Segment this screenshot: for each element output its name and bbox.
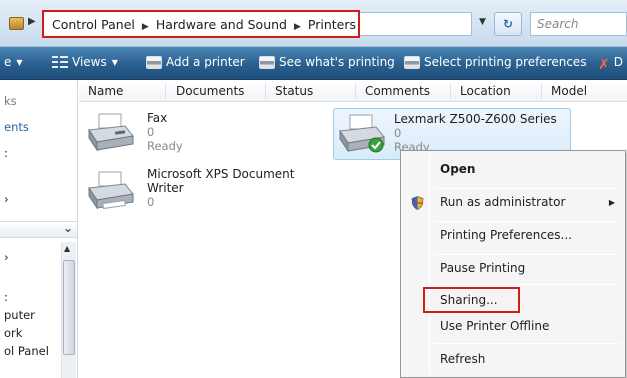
column-model[interactable]: Model [551, 84, 587, 98]
menu-item-refresh[interactable]: Refresh [403, 347, 623, 373]
column-location[interactable]: Location [460, 84, 511, 98]
printer-item-xps-writer[interactable]: Microsoft XPS Document Writer 0 [85, 166, 315, 218]
uac-shield-icon [411, 196, 424, 210]
menu-separator [434, 254, 620, 255]
nav-scrollbar[interactable]: ▲ [61, 242, 76, 378]
menu-separator [434, 221, 620, 222]
refresh-icon: ↻ [502, 17, 514, 31]
nav-item-arrow-icon[interactable]: › [4, 192, 9, 206]
delete-icon: ✗ [598, 57, 610, 73]
sharing-highlight-box [423, 287, 520, 313]
breadcrumb-separator-icon[interactable]: ▶ [142, 22, 149, 32]
scroll-up-icon[interactable]: ▲ [64, 244, 70, 253]
see-whats-printing-button[interactable]: See what's printing [259, 55, 395, 69]
column-divider[interactable] [541, 83, 542, 99]
menu-item-label: Run as administrator [440, 195, 566, 209]
command-toolbar: e ▼ Views ▼ Add a printer See what's print… [0, 47, 627, 80]
chevron-down-icon: ⌄ [62, 221, 73, 235]
address-dropdown-icon[interactable]: ▼ [479, 17, 486, 27]
nav-item-arrow-icon[interactable]: › [4, 250, 9, 264]
column-comments[interactable]: Comments [365, 84, 430, 98]
menu-item-pause-printing[interactable]: Pause Printing [403, 256, 623, 282]
menu-item-use-printer-offline[interactable]: Use Printer Offline [403, 314, 623, 340]
add-printer-icon [146, 56, 162, 69]
printer-name: Lexmark Z500-Z600 Series [394, 112, 557, 126]
printer-name: Fax [147, 111, 168, 125]
menu-separator [434, 188, 620, 189]
select-printing-preferences-button[interactable]: Select printing preferences [404, 55, 587, 69]
views-button[interactable]: Views ▼ [52, 55, 118, 69]
delete-button[interactable]: ✗ D [598, 55, 623, 73]
search-input[interactable]: Search [530, 12, 627, 36]
add-printer-button[interactable]: Add a printer [146, 55, 245, 69]
printing-preferences-icon [404, 56, 420, 69]
chevron-down-icon: ▼ [111, 58, 118, 67]
nav-item[interactable]: ks [4, 94, 17, 108]
column-divider[interactable] [450, 83, 451, 99]
organize-label-fragment: e [4, 55, 12, 69]
select-printing-preferences-label: Select printing preferences [424, 55, 587, 69]
printer-jobs: 0 [147, 195, 155, 209]
breadcrumb-hardware-and-sound[interactable]: Hardware and Sound [156, 17, 287, 32]
menu-item-printing-preferences[interactable]: Printing Preferences... [403, 223, 623, 249]
nav-item-network[interactable]: ork [4, 326, 22, 340]
organize-button[interactable]: e ▼ [4, 55, 23, 69]
see-whats-printing-label: See what's printing [279, 55, 395, 69]
search-placeholder: Search [537, 17, 579, 31]
breadcrumb[interactable]: Control Panel ▶ Hardware and Sound ▶ Printer… [42, 10, 360, 38]
views-icon [52, 55, 68, 69]
printer-status: Ready [147, 139, 183, 153]
breadcrumb-control-panel[interactable]: Control Panel [52, 17, 135, 32]
menu-item-label: Printing Preferences... [440, 228, 572, 242]
column-divider[interactable] [265, 83, 266, 99]
menu-item-label: Pause Printing [440, 261, 526, 275]
breadcrumb-separator-icon[interactable]: ▶ [294, 22, 301, 32]
navigation-pane: ks ents : › ⌄ › : puter ork ol Panel ▲ [0, 80, 78, 378]
menu-item-label: Open [440, 162, 476, 176]
default-printer-check-icon [368, 137, 384, 153]
folders-header[interactable]: ⌄ [0, 221, 77, 238]
printer-jobs: 0 [394, 126, 402, 140]
printer-icon [85, 170, 137, 212]
add-printer-label: Add a printer [166, 55, 245, 69]
printer-item-fax[interactable]: Fax 0 Ready [85, 108, 215, 160]
views-label: Views [72, 55, 107, 69]
column-header: Name Documents Status Comments Location … [79, 80, 627, 102]
address-bar-row: ▶ Control Panel ▶ Hardware and Sound ▶ Print… [0, 0, 627, 47]
printer-name-line-2: Writer [147, 181, 184, 195]
breadcrumb-root-arrow-icon[interactable]: ▶ [28, 16, 36, 27]
fax-icon [85, 112, 137, 154]
menu-separator [434, 343, 620, 344]
menu-item-open[interactable]: Open [403, 157, 623, 183]
menu-separator [434, 284, 620, 285]
printers-folder-icon [9, 17, 24, 30]
delete-label-fragment: D [613, 55, 623, 69]
context-menu: Open Run as administrator ▶ Printing Pre… [400, 150, 626, 378]
chevron-down-icon: ▼ [16, 58, 23, 67]
menu-item-label: Use Printer Offline [440, 319, 550, 333]
menu-item-run-as-administrator[interactable]: Run as administrator ▶ [403, 190, 623, 216]
scrollbar-thumb[interactable] [63, 260, 75, 355]
breadcrumb-printers[interactable]: Printers [308, 17, 356, 32]
nav-item[interactable]: : [4, 146, 8, 160]
menu-item-label: Refresh [440, 352, 486, 366]
refresh-button[interactable]: ↻ [494, 12, 522, 36]
print-queue-icon [259, 56, 275, 69]
column-divider[interactable] [355, 83, 356, 99]
printer-name-line-1: Microsoft XPS Document [147, 167, 295, 181]
address-bar-empty[interactable] [360, 12, 472, 36]
column-divider[interactable] [165, 83, 166, 99]
printer-jobs: 0 [147, 125, 155, 139]
nav-item[interactable]: : [4, 290, 8, 304]
nav-item[interactable]: ents [4, 120, 29, 134]
nav-item-computer[interactable]: puter [4, 308, 35, 322]
column-documents[interactable]: Documents [176, 84, 244, 98]
column-status[interactable]: Status [275, 84, 313, 98]
nav-item-control-panel[interactable]: ol Panel [4, 344, 49, 358]
submenu-arrow-icon: ▶ [608, 198, 615, 207]
column-name[interactable]: Name [88, 84, 123, 98]
